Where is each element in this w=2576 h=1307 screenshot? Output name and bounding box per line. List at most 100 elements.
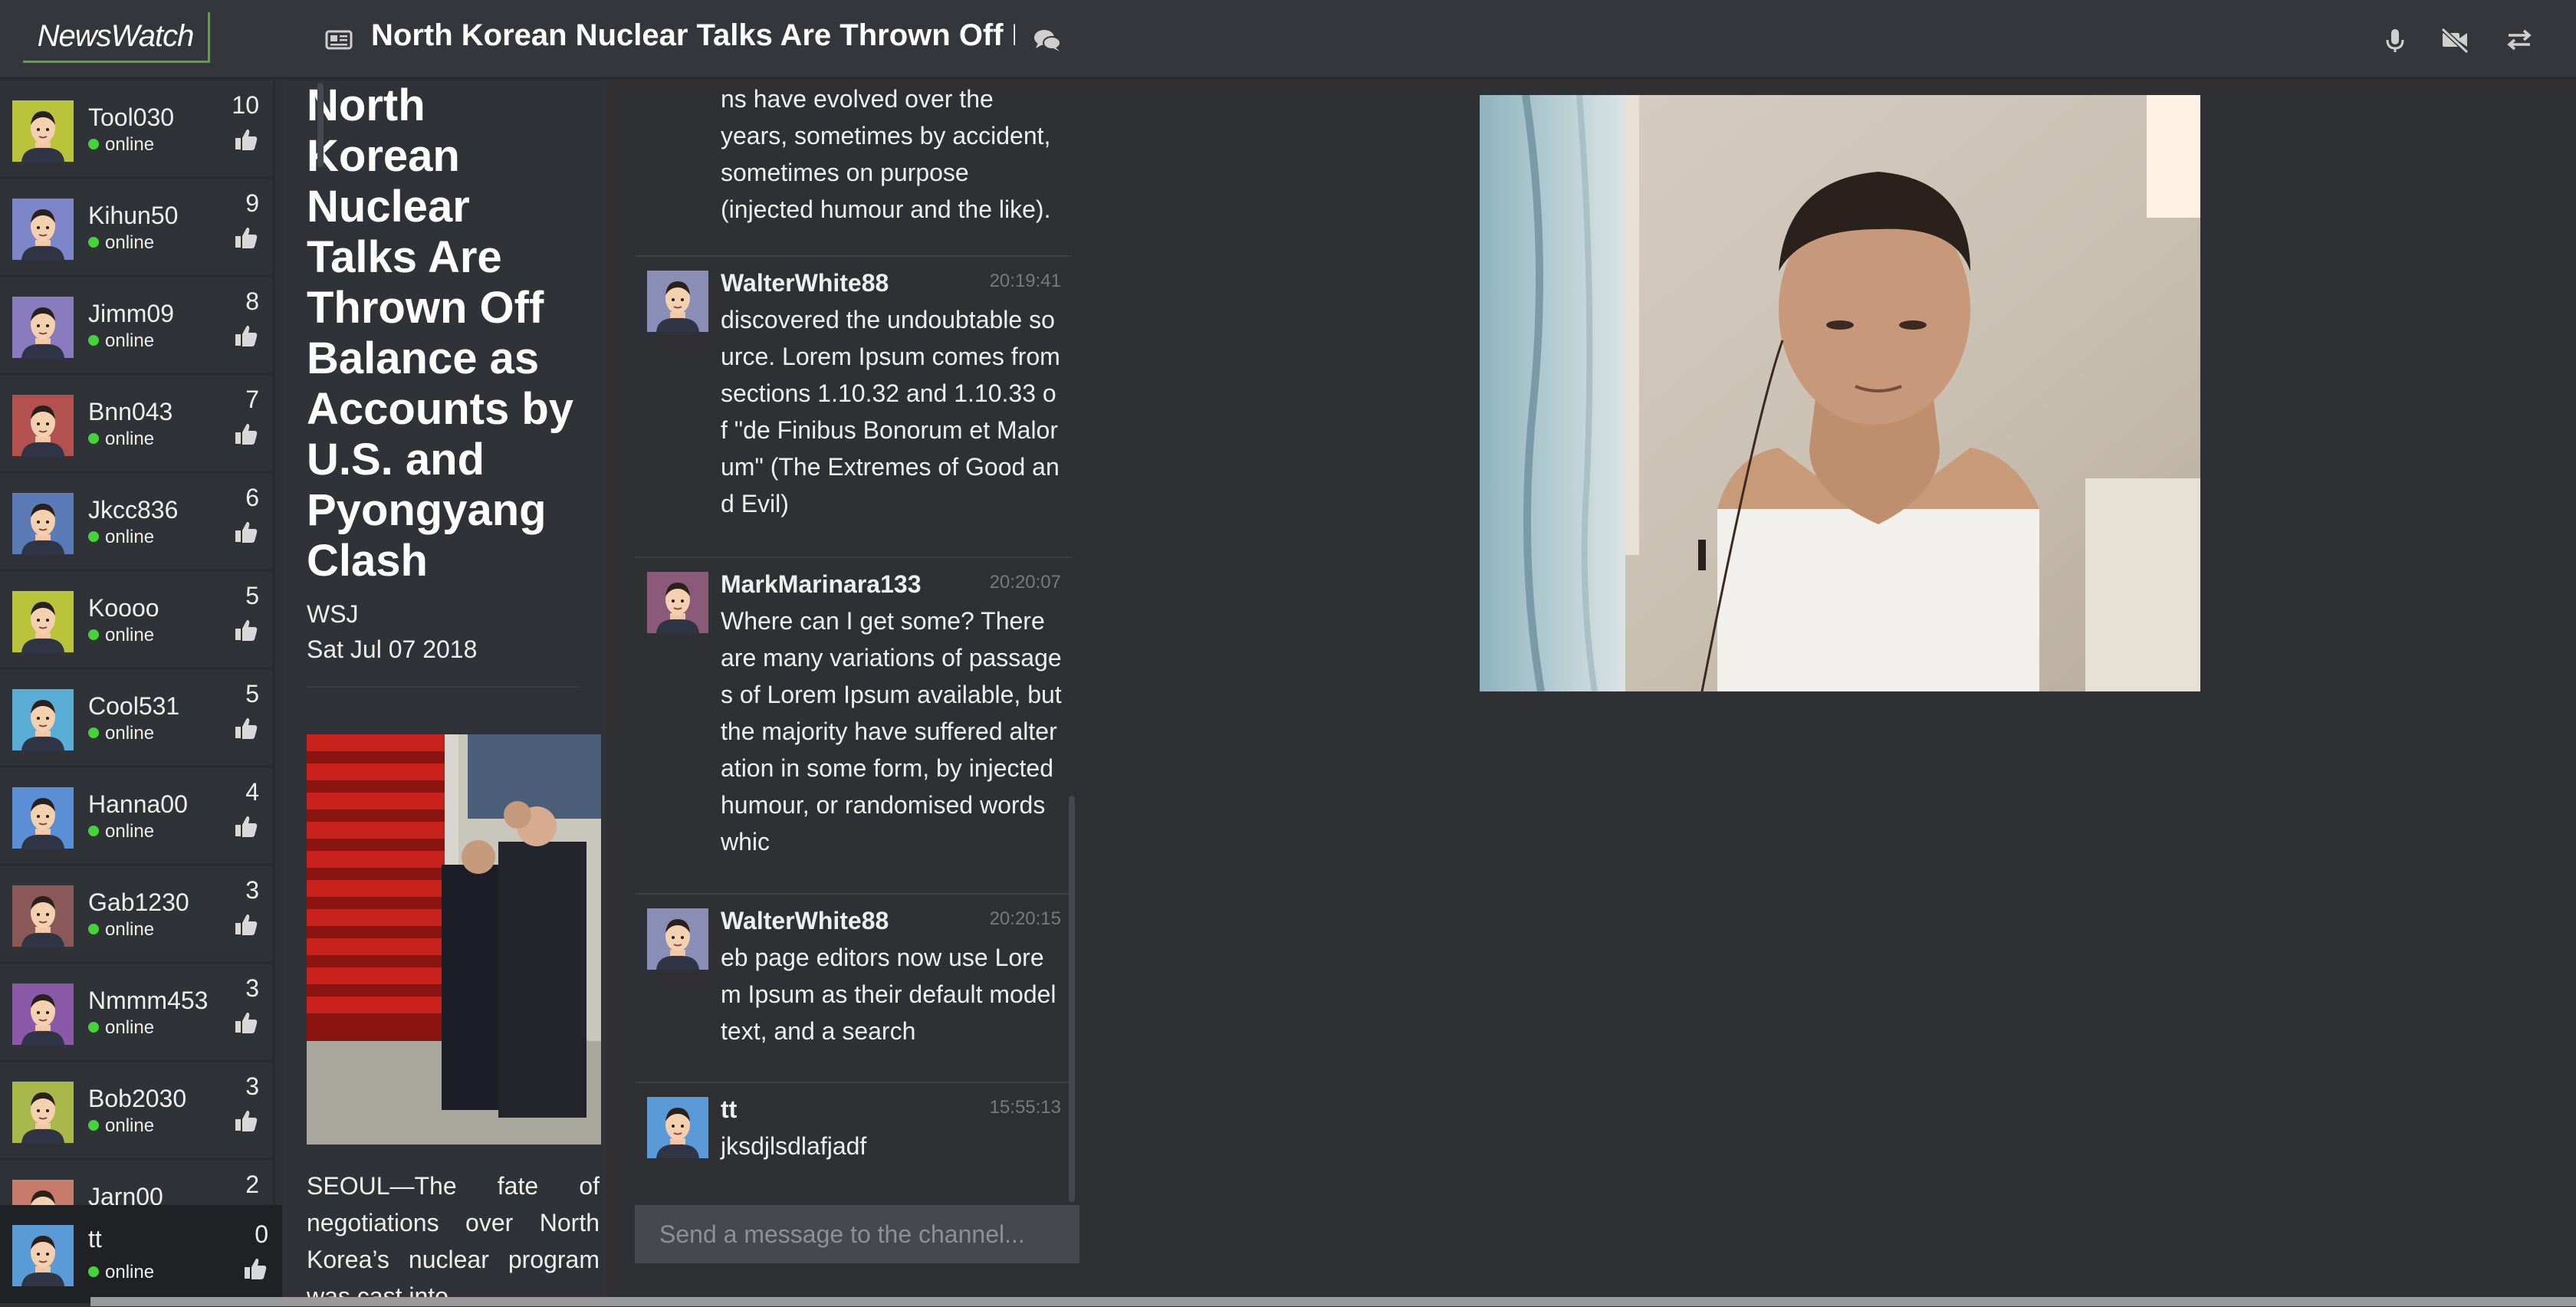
user-status: online [88, 625, 154, 646]
like-count: 9 [245, 189, 259, 217]
thumbs-up-icon[interactable] [242, 1256, 268, 1282]
user-list-item[interactable]: Tool030 online 10 [0, 80, 273, 179]
chat-message: WalterWhite88 20:19:41 discovered the undo… [635, 255, 1072, 557]
user-name: Hanna00 [88, 790, 188, 818]
user-list-item[interactable]: Jkcc836 online 6 [0, 473, 273, 571]
message-time: 20:19:41 [989, 271, 1061, 291]
status-text: online [105, 821, 155, 842]
user-name: Kihun50 [88, 202, 179, 229]
status-text: online [105, 330, 155, 351]
chat-message-input[interactable] [635, 1205, 1079, 1263]
status-text: online [105, 1262, 155, 1282]
avatar [647, 908, 708, 970]
thumbs-up-icon[interactable] [233, 225, 259, 251]
status-text: online [105, 232, 155, 253]
status-text: online [105, 723, 155, 744]
chat-scrollbar[interactable] [1069, 796, 1075, 1202]
current-user-status: online [88, 1262, 154, 1283]
message-author[interactable]: tt [721, 1095, 737, 1124]
article-date: Sat Jul 07 2018 [307, 635, 478, 663]
avatar [647, 572, 708, 633]
top-header: News Watch North Korean Nuclear Talks Are… [0, 0, 2576, 79]
like-count: 3 [245, 876, 259, 904]
user-name: Gab1230 [88, 888, 189, 916]
avatar [12, 493, 74, 554]
user-list-item[interactable]: Bnn043 online 7 [0, 375, 273, 473]
online-dot [88, 1266, 99, 1277]
message-text-partial: ns have evolved over the years, sometime… [721, 85, 1051, 223]
online-dot [88, 237, 99, 248]
user-status: online [88, 1017, 154, 1039]
status-text: online [105, 527, 155, 547]
microphone-icon[interactable] [2378, 23, 2412, 57]
user-status: online [88, 134, 154, 156]
user-list-item[interactable]: Nmmm453 online 3 [0, 964, 273, 1062]
thumbs-up-icon[interactable] [233, 519, 259, 545]
article-body: SEOUL—The fate of negotiations over Nort… [307, 1172, 600, 1307]
like-count: 3 [245, 1072, 259, 1100]
user-status: online [88, 429, 154, 450]
message-author[interactable]: WalterWhite88 [721, 269, 889, 297]
avatar [12, 1180, 74, 1207]
message-author[interactable]: WalterWhite88 [721, 907, 889, 935]
avatar [12, 199, 74, 260]
thumbs-up-icon[interactable] [233, 126, 259, 153]
user-list-item[interactable]: Bob2030 online 3 [0, 1062, 273, 1160]
user-name: Jarn00 [88, 1183, 163, 1207]
like-count: 5 [245, 582, 259, 609]
thumbs-up-icon[interactable] [233, 813, 259, 839]
thumbs-up-icon[interactable] [233, 715, 259, 741]
message-text: Where can I get some? There are many var… [721, 607, 1062, 855]
thumbs-up-icon[interactable] [233, 911, 259, 938]
status-text: online [105, 1115, 155, 1136]
avatar [12, 395, 74, 456]
user-status: online [88, 723, 154, 744]
user-name: Tool030 [88, 103, 175, 131]
chat-bubbles-icon[interactable] [1032, 25, 1063, 55]
status-text: online [105, 429, 155, 449]
like-count: 7 [245, 386, 259, 413]
user-list-item[interactable]: Koooo online 5 [0, 571, 273, 669]
thumbs-up-icon[interactable] [233, 1108, 259, 1134]
online-dot [88, 531, 99, 542]
like-count: 5 [245, 680, 259, 708]
chat-panel: ns have evolved over the years, sometime… [629, 80, 1081, 1307]
like-count: 3 [245, 974, 259, 1002]
user-list-item[interactable]: Jarn00 2 [0, 1160, 273, 1207]
thumbs-up-icon[interactable] [233, 323, 259, 349]
video-off-icon[interactable] [2438, 23, 2472, 57]
bottom-scrollbar[interactable] [90, 1297, 2576, 1306]
user-list-item[interactable]: Jimm09 online 8 [0, 277, 273, 375]
user-list-item[interactable]: Hanna00 online 4 [0, 767, 273, 865]
user-list-item[interactable]: Cool531 online 5 [0, 669, 273, 767]
message-time: 20:20:15 [989, 908, 1061, 929]
thumbs-up-icon[interactable] [233, 1010, 259, 1036]
logo-watch-text: Watch [110, 19, 195, 53]
online-dot [88, 433, 99, 444]
current-user[interactable]: tt online 0 [0, 1205, 282, 1303]
newspaper-icon [325, 30, 353, 50]
avatar [647, 1097, 708, 1158]
status-text: online [105, 134, 155, 155]
online-dot [88, 1022, 99, 1033]
user-status: online [88, 330, 154, 352]
avatar [12, 100, 74, 162]
article-scrollbar[interactable] [317, 83, 324, 167]
thumbs-up-icon[interactable] [233, 421, 259, 447]
user-list-item[interactable]: Gab1230 online 3 [0, 865, 273, 964]
avatar [12, 1082, 74, 1143]
user-status: online [88, 821, 154, 842]
swap-icon[interactable] [2502, 23, 2536, 57]
user-list-item[interactable]: Kihun50 online 9 [0, 179, 273, 277]
avatar [647, 271, 708, 332]
avatar [12, 885, 74, 947]
user-name: Koooo [88, 594, 159, 622]
user-status: online [88, 1115, 154, 1137]
current-user-name: tt [88, 1225, 102, 1253]
user-status: online [88, 232, 154, 254]
newswatch-logo[interactable]: News Watch [23, 12, 210, 63]
thumbs-up-icon[interactable] [233, 617, 259, 643]
message-text: eb page editors now use Lorem Ipsum as t… [721, 944, 1056, 1045]
message-author[interactable]: MarkMarinara133 [721, 570, 921, 599]
user-name: Nmmm453 [88, 987, 209, 1014]
